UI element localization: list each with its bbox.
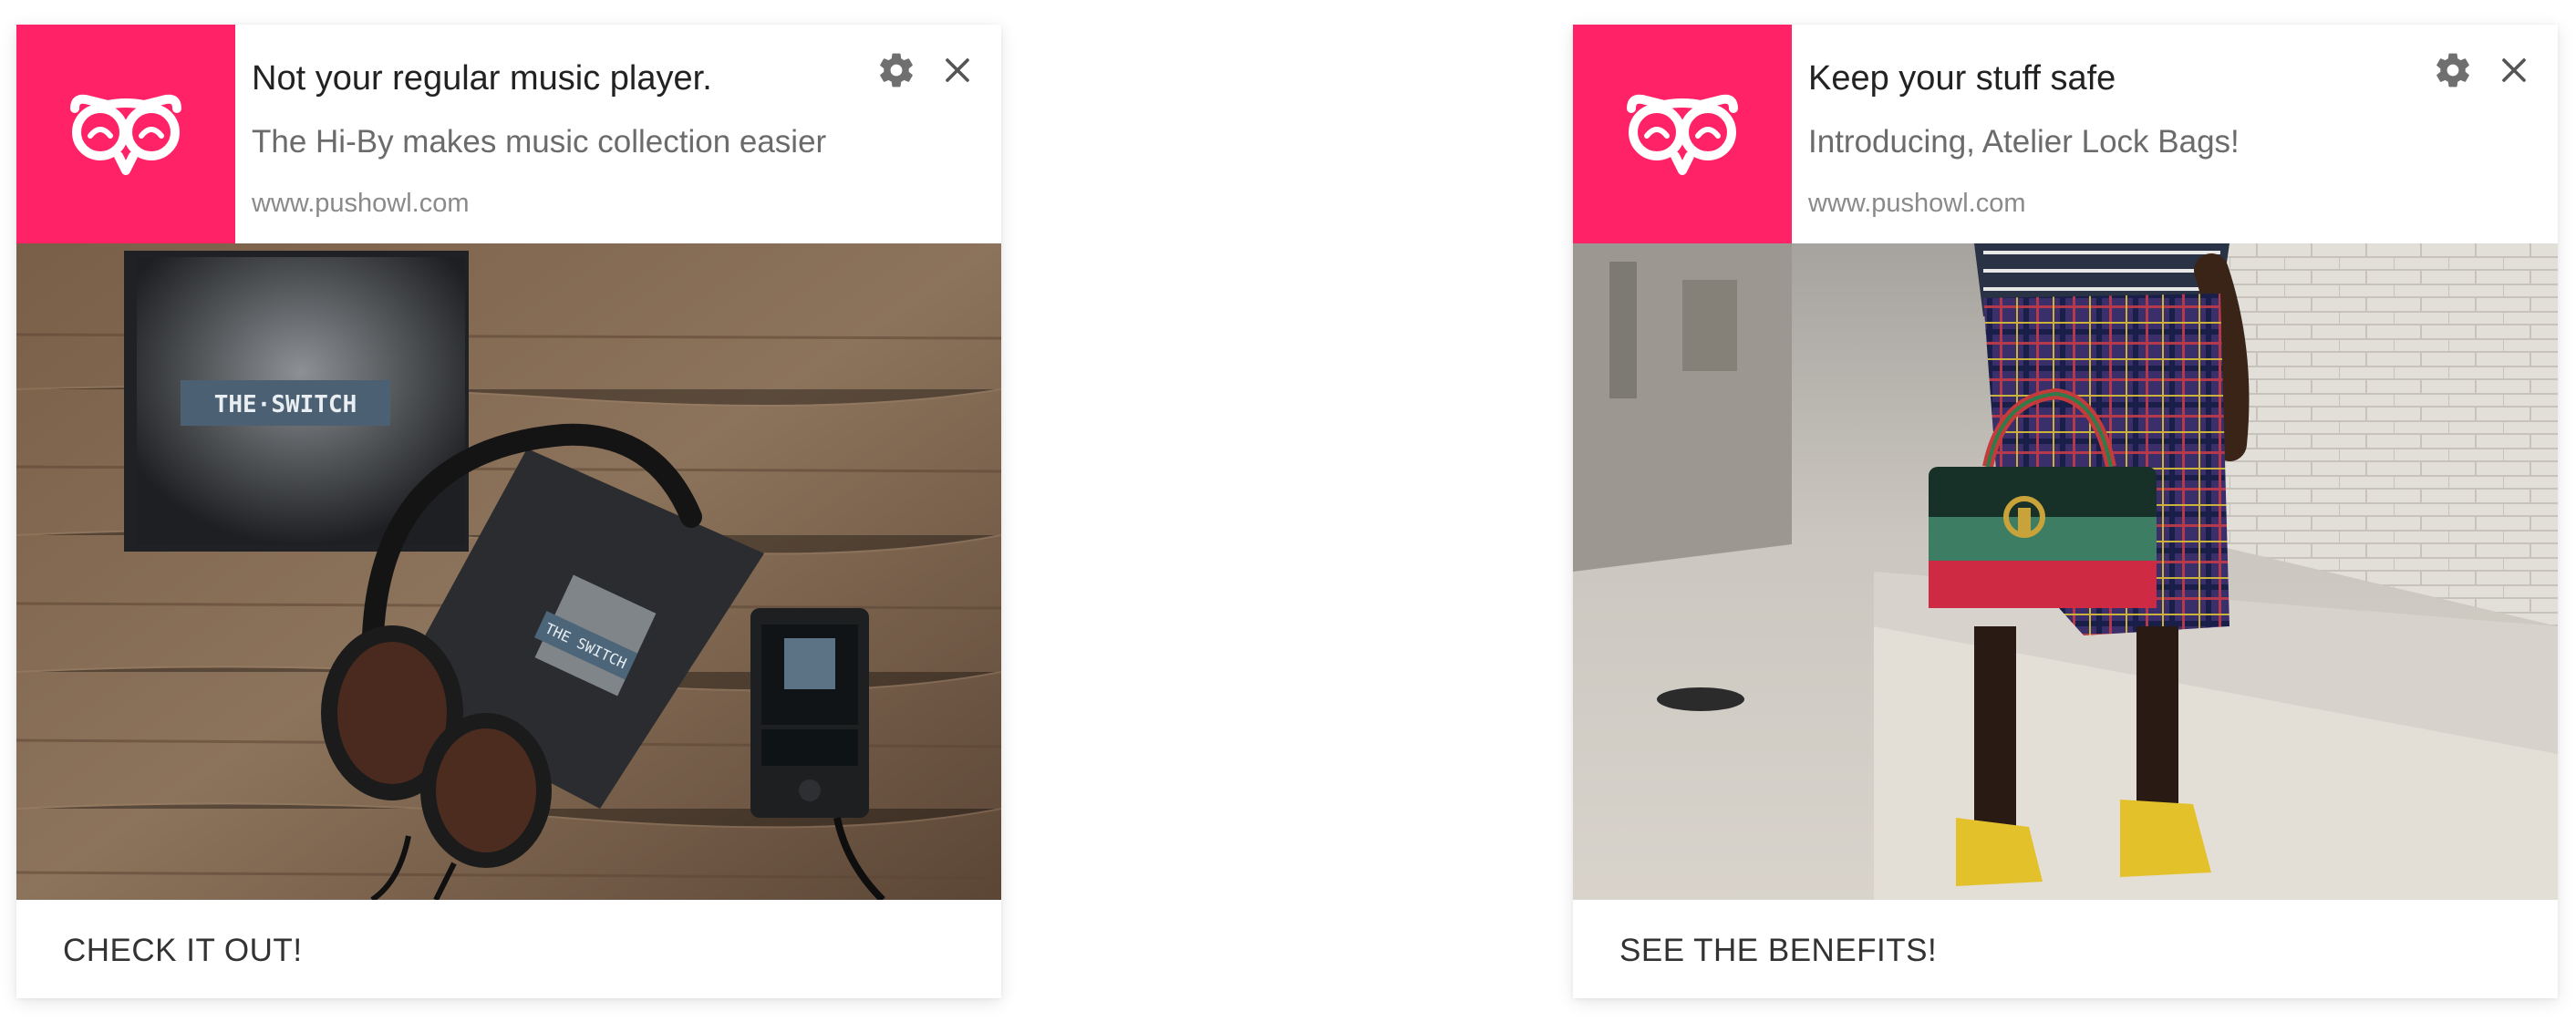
album-text: THE·SWITCH [214,391,357,418]
brand-tile [1573,25,1792,243]
action-button-label: CHECK IT OUT! [63,933,303,968]
action-button-see-the-benefits[interactable]: SEE THE BENEFITS! [1573,900,2558,998]
gear-icon[interactable] [869,43,924,98]
owl-logo-icon [1627,94,1738,175]
notification-card-bags[interactable]: Keep your stuff safe Introducing, Atelie… [1573,25,2558,998]
notification-header: Not your regular music player. The Hi-By… [16,25,1001,243]
notification-body: Introducing, Atelier Lock Bags! [1808,124,2240,160]
close-icon[interactable] [2487,43,2541,98]
notification-url: www.pushowl.com [252,189,470,218]
canvas: Not your regular music player. The Hi-By… [0,0,2576,1022]
close-icon[interactable] [930,43,985,98]
action-button-label: SEE THE BENEFITS! [1619,933,1938,968]
owl-logo-icon [70,94,181,175]
notification-header: Keep your stuff safe Introducing, Atelie… [1573,25,2558,243]
gear-icon[interactable] [2426,43,2480,98]
action-button-check-it-out[interactable]: CHECK IT OUT! [16,900,1001,998]
notification-card-music[interactable]: Not your regular music player. The Hi-By… [16,25,1001,998]
notification-title: Keep your stuff safe [1808,59,2116,98]
brand-tile [16,25,235,243]
notification-title: Not your regular music player. [252,59,712,98]
notification-body: The Hi-By makes music collection easier [252,124,827,160]
hero-image-music-player: THE·SWITCH THE SWITCH [16,243,1001,900]
hero-image-lock-bag [1573,243,2558,900]
notification-url: www.pushowl.com [1808,189,2026,218]
